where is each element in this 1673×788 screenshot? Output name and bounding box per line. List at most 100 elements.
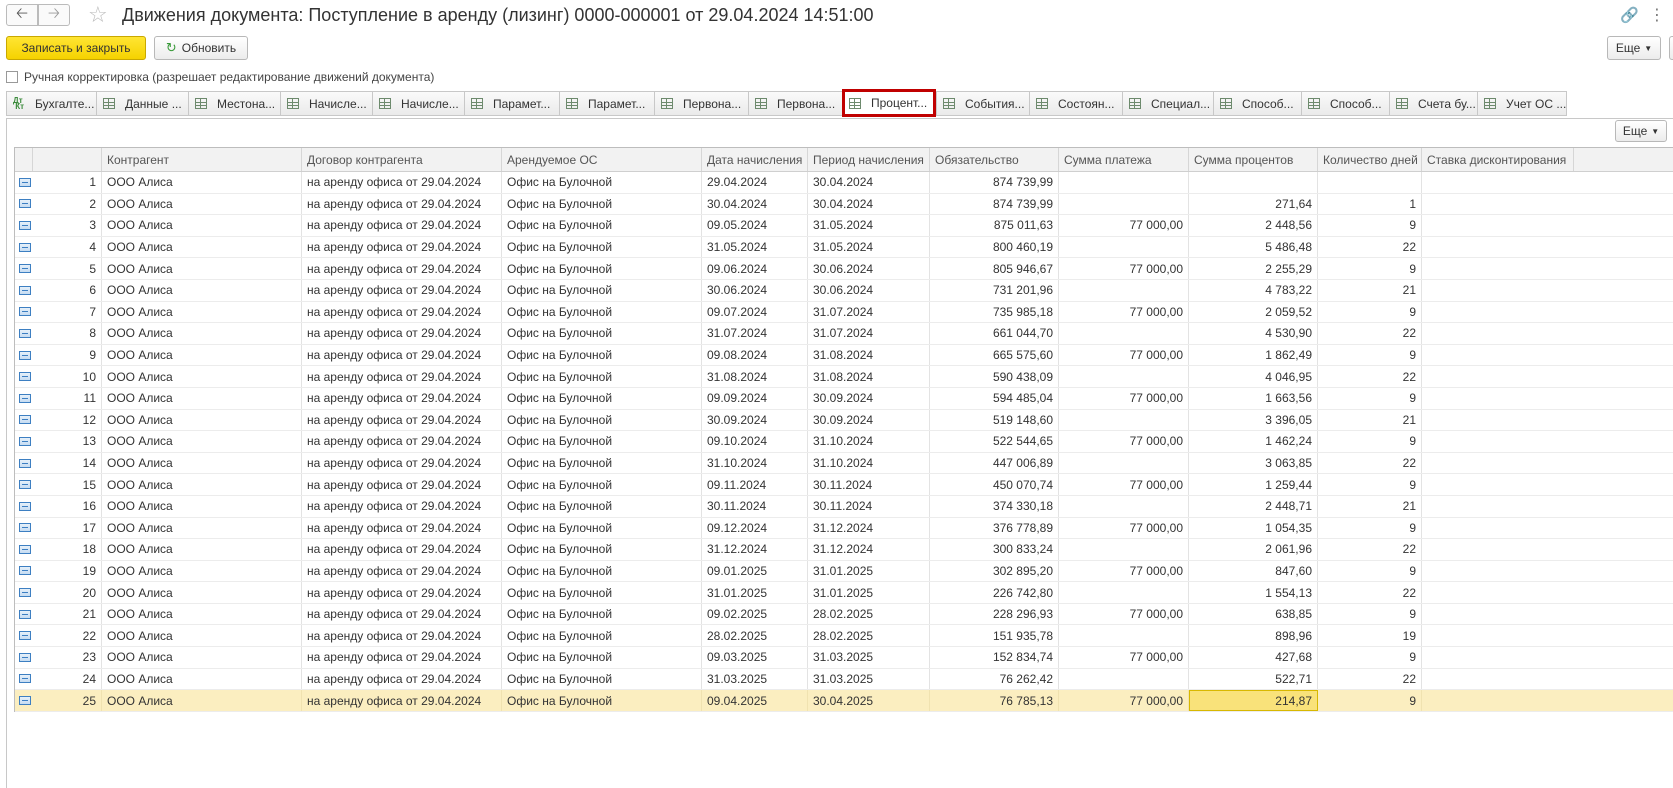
col-counterparty-cell[interactable]: ООО Алиса: [102, 258, 302, 279]
tab-11[interactable]: События...: [936, 91, 1029, 116]
table-row[interactable]: 7 ООО Алиса на аренду офиса от 29.04.2024 О…: [15, 301, 1673, 324]
col-days-cell[interactable]: 22: [1318, 452, 1422, 474]
table-row[interactable]: 5 ООО Алиса на аренду офиса от 29.04.2024 О…: [15, 258, 1673, 280]
col-leased-asset-cell[interactable]: Офис на Булочной: [502, 258, 702, 279]
tab-1[interactable]: Дт Кт Бухгалте...: [6, 91, 96, 116]
table-row[interactable]: 21 ООО Алиса на аренду офиса от 29.04.2024…: [15, 603, 1673, 626]
col-accrual-period-cell[interactable]: 31.05.2024: [808, 236, 930, 258]
col-payment-amount-cell[interactable]: 77 000,00: [1059, 560, 1189, 582]
col-accrual-date-cell[interactable]: 09.04.2025: [702, 690, 808, 711]
col-number-cell[interactable]: 17: [33, 517, 102, 539]
col-liability-cell[interactable]: 594 485,04: [930, 387, 1059, 409]
col-days-cell[interactable]: 9: [1318, 603, 1422, 625]
col-counterparty-cell[interactable]: ООО Алиса: [102, 560, 302, 582]
col-leased-asset-cell[interactable]: Офис на Булочной: [502, 495, 702, 517]
col-payment-amount-cell[interactable]: [1059, 366, 1189, 387]
col-discount-rate-cell[interactable]: [1422, 604, 1574, 625]
col-counterparty-cell[interactable]: ООО Алиса: [102, 215, 302, 236]
col-accrual-period-header[interactable]: Период начисления: [808, 148, 930, 171]
col-payment-amount-cell[interactable]: [1059, 279, 1189, 301]
col-liability-cell[interactable]: 151 935,78: [930, 625, 1059, 647]
col-liability-cell[interactable]: 226 742,80: [930, 582, 1059, 603]
col-counterparty-cell[interactable]: ООО Алиса: [102, 647, 302, 668]
col-discount-rate-header[interactable]: Ставка дисконтирования: [1422, 148, 1574, 171]
tab-8[interactable]: Первона...: [654, 91, 748, 116]
col-number-cell[interactable]: 2: [33, 193, 102, 215]
col-counterparty-cell[interactable]: ООО Алиса: [102, 344, 302, 366]
col-contract-cell[interactable]: на аренду офиса от 29.04.2024: [302, 344, 502, 366]
col-contract-cell[interactable]: на аренду офиса от 29.04.2024: [302, 409, 502, 431]
table-row[interactable]: 25 ООО Алиса на аренду офиса от 29.04.2024…: [15, 690, 1673, 712]
col-number-cell[interactable]: 22: [33, 625, 102, 647]
col-discount-rate-cell[interactable]: [1422, 366, 1574, 387]
col-number-cell[interactable]: 24: [33, 668, 102, 690]
col-days-cell[interactable]: 21: [1318, 409, 1422, 431]
col-payment-amount-cell[interactable]: 77 000,00: [1059, 647, 1189, 668]
col-accrual-date-cell[interactable]: 09.12.2024: [702, 517, 808, 539]
col-accrual-period-cell[interactable]: 30.04.2024: [808, 193, 930, 215]
col-number-cell[interactable]: 6: [33, 279, 102, 301]
col-discount-rate-cell[interactable]: [1422, 582, 1574, 603]
col-contract-cell[interactable]: на аренду офиса от 29.04.2024: [302, 366, 502, 387]
col-interest-amount-cell[interactable]: 271,64: [1189, 193, 1318, 215]
col-leased-asset-cell[interactable]: Офис на Булочной: [502, 647, 702, 668]
col-discount-rate-cell[interactable]: [1422, 690, 1574, 711]
table-row[interactable]: 14 ООО Алиса на аренду офиса от 29.04.2024…: [15, 452, 1673, 475]
col-counterparty-cell[interactable]: ООО Алиса: [102, 539, 302, 560]
col-payment-amount-cell[interactable]: [1059, 668, 1189, 690]
col-discount-rate-cell[interactable]: [1422, 172, 1574, 193]
col-accrual-period-cell[interactable]: 31.10.2024: [808, 431, 930, 452]
col-accrual-date-cell[interactable]: 31.07.2024: [702, 323, 808, 344]
col-counterparty-cell[interactable]: ООО Алиса: [102, 474, 302, 495]
col-leased-asset-cell[interactable]: Офис на Булочной: [502, 215, 702, 236]
col-counterparty-cell[interactable]: ООО Алиса: [102, 366, 302, 387]
col-liability-cell[interactable]: 300 833,24: [930, 539, 1059, 560]
col-days-cell[interactable]: 9: [1318, 690, 1422, 711]
tab-13[interactable]: Специал...: [1122, 91, 1213, 116]
table-row[interactable]: 18 ООО Алиса на аренду офиса от 29.04.2024…: [15, 539, 1673, 561]
col-payment-amount-cell[interactable]: 77 000,00: [1059, 344, 1189, 366]
tab-5[interactable]: Начисле...: [372, 91, 464, 116]
col-accrual-date-cell[interactable]: 31.03.2025: [702, 668, 808, 690]
col-accrual-period-cell[interactable]: 30.09.2024: [808, 409, 930, 431]
col-days-cell[interactable]: 21: [1318, 495, 1422, 517]
tab-9[interactable]: Первона...: [748, 91, 842, 116]
col-number-cell[interactable]: 15: [33, 474, 102, 495]
col-liability-cell[interactable]: 76 262,42: [930, 668, 1059, 690]
col-contract-cell[interactable]: на аренду офиса от 29.04.2024: [302, 172, 502, 193]
col-interest-amount-cell[interactable]: 1 862,49: [1189, 344, 1318, 366]
col-days-cell[interactable]: 9: [1318, 517, 1422, 539]
col-days-cell[interactable]: 22: [1318, 582, 1422, 603]
col-liability-cell[interactable]: 874 739,99: [930, 193, 1059, 215]
col-liability-cell[interactable]: 228 296,93: [930, 603, 1059, 625]
col-number-cell[interactable]: 12: [33, 409, 102, 431]
col-interest-amount-cell[interactable]: 427,68: [1189, 647, 1318, 668]
col-contract-cell[interactable]: на аренду офиса от 29.04.2024: [302, 279, 502, 301]
col-leased-asset-cell[interactable]: Офис на Булочной: [502, 409, 702, 431]
col-accrual-period-cell[interactable]: 28.02.2025: [808, 625, 930, 647]
col-contract-cell[interactable]: на аренду офиса от 29.04.2024: [302, 603, 502, 625]
col-leased-asset-cell[interactable]: Офис на Булочной: [502, 560, 702, 582]
col-days-cell[interactable]: 22: [1318, 366, 1422, 387]
col-accrual-date-header[interactable]: Дата начисления: [702, 148, 808, 171]
col-discount-rate-cell[interactable]: [1422, 496, 1574, 517]
tab-10[interactable]: Процент...: [842, 89, 936, 117]
tab-6[interactable]: Парамет...: [464, 91, 559, 116]
col-accrual-period-cell[interactable]: 31.03.2025: [808, 647, 930, 668]
col-liability-cell[interactable]: 661 044,70: [930, 323, 1059, 344]
col-number-cell[interactable]: 19: [33, 560, 102, 582]
col-accrual-date-cell[interactable]: 31.01.2025: [702, 582, 808, 603]
col-interest-amount-cell[interactable]: 898,96: [1189, 625, 1318, 647]
col-counterparty-cell[interactable]: ООО Алиса: [102, 193, 302, 215]
manual-adjust-checkbox[interactable]: [6, 71, 18, 83]
col-counterparty-cell[interactable]: ООО Алиса: [102, 279, 302, 301]
col-liability-cell[interactable]: 447 006,89: [930, 452, 1059, 474]
col-leased-asset-cell[interactable]: Офис на Булочной: [502, 236, 702, 258]
col-liability-cell[interactable]: 874 739,99: [930, 172, 1059, 193]
table-row[interactable]: 4 ООО Алиса на аренду офиса от 29.04.2024 О…: [15, 236, 1673, 259]
col-accrual-date-cell[interactable]: 31.08.2024: [702, 366, 808, 387]
table-more-button[interactable]: Еще ▼: [1615, 120, 1667, 142]
extra-button[interactable]: [1669, 36, 1673, 60]
col-discount-rate-cell[interactable]: [1422, 539, 1574, 560]
col-interest-amount-cell[interactable]: 847,60: [1189, 560, 1318, 582]
